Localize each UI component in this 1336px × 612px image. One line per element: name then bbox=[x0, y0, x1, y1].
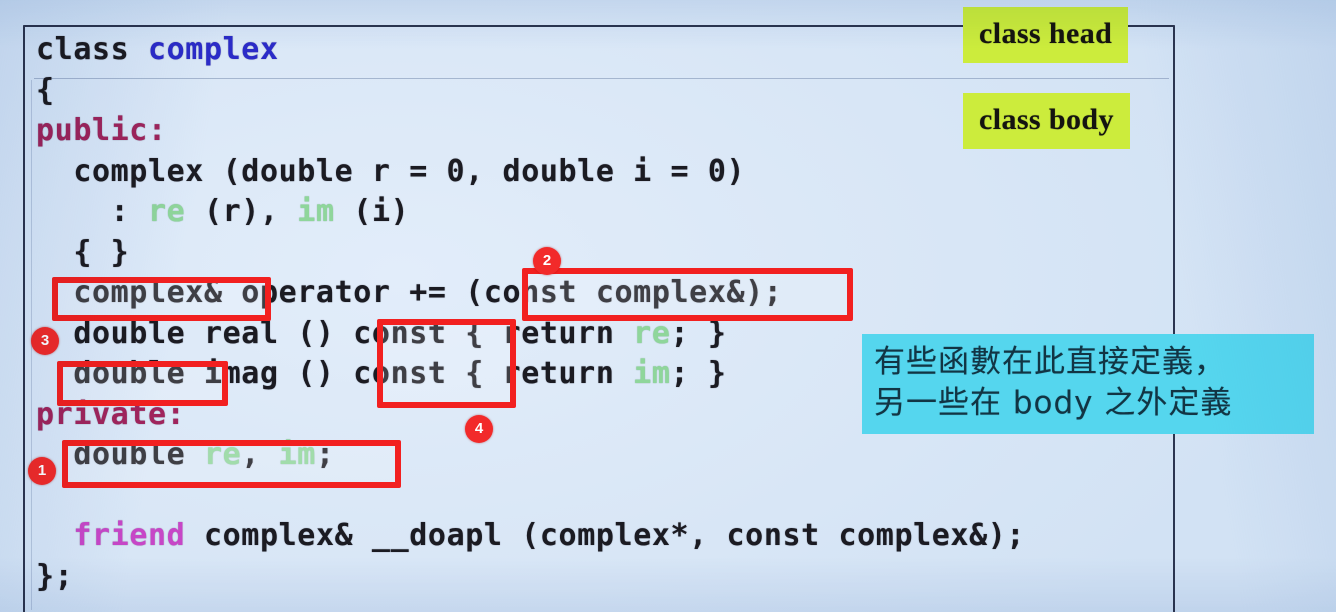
code-line: complex (double r = 0, double i = 0) bbox=[36, 152, 1156, 193]
code-line: { } bbox=[36, 233, 1156, 274]
code-token: complex (double r = 0, double i = 0) bbox=[36, 153, 746, 189]
code-token: im bbox=[297, 194, 335, 229]
code-token: class bbox=[36, 32, 148, 67]
code-token: (i) bbox=[334, 194, 410, 229]
highlight-box-double-imag-return-type bbox=[57, 361, 228, 406]
code-line: friend complex& __doapl (complex*, const… bbox=[36, 516, 1156, 557]
code-token: { } bbox=[36, 234, 130, 270]
code-token: im bbox=[633, 356, 671, 391]
code-token: (r), bbox=[185, 194, 298, 229]
code-token: friend bbox=[73, 518, 186, 553]
badge-2: 2 bbox=[533, 247, 561, 275]
code-token: ; } bbox=[670, 356, 727, 391]
badge-4: 4 bbox=[465, 415, 493, 443]
code-token: }; bbox=[36, 558, 74, 594]
label-class-head: class head bbox=[963, 7, 1129, 63]
code-token: public: bbox=[36, 113, 167, 148]
label-class-body: class body bbox=[963, 93, 1130, 149]
code-token: complex bbox=[147, 32, 279, 67]
slide-screenshot: class complex { public: complex (double r … bbox=[0, 0, 1336, 612]
highlight-box-double-re-im-members bbox=[62, 440, 401, 488]
badge-1: 1 bbox=[28, 457, 56, 485]
highlight-box-const-qualifier-pair bbox=[377, 319, 516, 408]
annotation-note-chinese: 有些函數在此直接定義， 另一些在 body 之外定義 bbox=[862, 334, 1314, 434]
badge-3: 3 bbox=[31, 327, 59, 355]
code-token: { bbox=[36, 72, 55, 108]
code-line: }; bbox=[36, 557, 1156, 598]
code-token: re bbox=[147, 194, 186, 229]
code-token: complex& __doapl (complex*, const comple… bbox=[185, 518, 1026, 553]
code-token: : bbox=[36, 194, 148, 229]
highlight-box-const-complex-ref-param bbox=[522, 268, 853, 321]
highlight-box-complex-amp-return-type bbox=[52, 277, 271, 321]
code-line: : re (r), im (i) bbox=[36, 192, 1156, 233]
